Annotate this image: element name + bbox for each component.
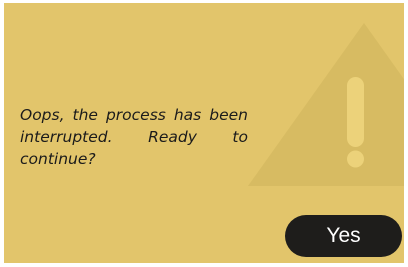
exclamation-bar xyxy=(347,77,364,147)
alert-dialog: Oops, the process has been interrupted. … xyxy=(4,3,404,263)
exclamation-dot xyxy=(347,150,364,168)
warning-icon xyxy=(248,23,404,186)
screen: Oops, the process has been interrupted. … xyxy=(0,0,408,267)
dialog-message: Oops, the process has been interrupted. … xyxy=(20,106,248,168)
warning-triangle xyxy=(248,23,404,186)
yes-button[interactable]: Yes xyxy=(285,215,402,257)
